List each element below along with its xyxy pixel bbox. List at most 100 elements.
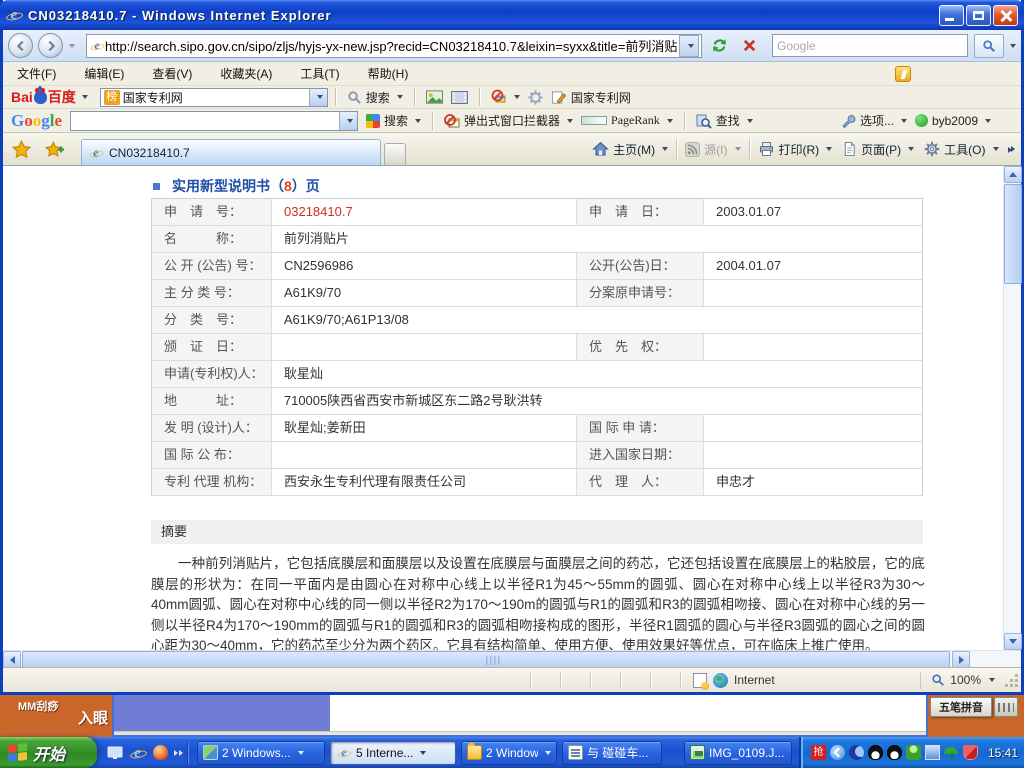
menu-edit[interactable]: 编辑(E) bbox=[70, 62, 138, 85]
resize-grip[interactable] bbox=[1003, 672, 1019, 688]
chevron-down-icon bbox=[420, 751, 426, 755]
search-input[interactable] bbox=[777, 39, 963, 53]
vertical-scroll-thumb[interactable] bbox=[1004, 184, 1022, 284]
start-button[interactable]: 开始 bbox=[0, 737, 97, 768]
google-pagerank-button[interactable]: PageRank bbox=[577, 111, 677, 130]
stop-button[interactable] bbox=[736, 33, 762, 58]
quicklaunch-desktop-icon[interactable] bbox=[105, 743, 124, 762]
title-bar[interactable]: e CN03218410.7 - Windows Internet Explor… bbox=[0, 0, 1024, 30]
google-search-input[interactable] bbox=[71, 113, 339, 129]
taskbar-button-group-windows[interactable]: 2 Windows... bbox=[197, 741, 325, 765]
taskbar-button-notepad[interactable]: 与 碰碰车... bbox=[562, 741, 662, 765]
baidu-image-button[interactable] bbox=[422, 88, 447, 106]
baidu-query-text[interactable]: 国家专利网 bbox=[123, 89, 309, 106]
security-zone[interactable]: Internet bbox=[693, 673, 775, 688]
row-value: 2003.01.07 bbox=[704, 199, 922, 225]
baidu-search-button[interactable]: 搜索 bbox=[343, 87, 407, 108]
google-history-dropdown[interactable] bbox=[339, 112, 357, 130]
quicklaunch-ie-icon[interactable]: e bbox=[128, 743, 147, 762]
add-favorite-button[interactable] bbox=[42, 137, 66, 161]
feeds-button[interactable]: 源(I) bbox=[680, 137, 745, 162]
taskbar-clock[interactable]: 15:41 bbox=[988, 746, 1018, 760]
baidu-logo-du: 百度 bbox=[48, 87, 76, 107]
recent-pages-dropdown[interactable] bbox=[65, 33, 76, 58]
maximize-button[interactable] bbox=[966, 5, 991, 26]
background-window[interactable] bbox=[112, 695, 928, 737]
home-button[interactable]: 主页(M) bbox=[587, 137, 673, 162]
address-input[interactable] bbox=[105, 36, 679, 56]
scroll-right-button[interactable] bbox=[952, 651, 970, 668]
scroll-left-button[interactable] bbox=[3, 651, 21, 668]
page-title[interactable]: 实用新型说明书（8）页 bbox=[153, 176, 320, 196]
google-find-button[interactable]: 查找 bbox=[692, 110, 757, 131]
desktop-strip: MM刮痧 入眼 五笔拼音 bbox=[0, 695, 1024, 737]
menu-file[interactable]: 文件(F) bbox=[3, 62, 70, 85]
tab-active[interactable]: e CN03218410.7 bbox=[81, 139, 381, 165]
close-button[interactable] bbox=[993, 5, 1018, 26]
horizontal-scroll-thumb[interactable] bbox=[22, 651, 950, 668]
taskbar-button-explorer-group[interactable]: 2 Windows... bbox=[461, 741, 557, 765]
horizontal-scrollbar[interactable] bbox=[3, 650, 1021, 667]
google-search-button[interactable]: 搜索 bbox=[362, 110, 425, 131]
search-options-dropdown[interactable] bbox=[1006, 33, 1017, 58]
menu-help[interactable]: 帮助(H) bbox=[354, 62, 423, 85]
chevron-down-icon bbox=[908, 147, 914, 151]
menu-view[interactable]: 查看(V) bbox=[138, 62, 206, 85]
ime-language-button[interactable]: 五笔拼音 bbox=[930, 697, 992, 717]
baidu-logo[interactable]: Bai百度 bbox=[11, 87, 76, 107]
minimize-button[interactable] bbox=[939, 5, 964, 26]
tray-browser-icon[interactable] bbox=[849, 745, 864, 760]
scroll-up-button[interactable] bbox=[1004, 166, 1022, 183]
baidu-settings-button[interactable] bbox=[524, 88, 547, 107]
vertical-scrollbar[interactable] bbox=[1003, 166, 1021, 650]
baidu-history-dropdown[interactable] bbox=[309, 89, 327, 106]
baidu-logo-dropdown[interactable] bbox=[82, 95, 88, 99]
toolbar-overflow-button[interactable] bbox=[1008, 147, 1016, 152]
ie-icon: e bbox=[338, 746, 351, 759]
quicklaunch-overflow-button[interactable] bbox=[174, 750, 183, 756]
baidu-video-button[interactable] bbox=[447, 89, 472, 106]
search-go-button[interactable] bbox=[974, 34, 1004, 58]
window-group-icon bbox=[203, 745, 218, 760]
search-box[interactable] bbox=[772, 34, 968, 57]
tray-qq-icon[interactable] bbox=[868, 745, 883, 760]
tray-messenger-icon[interactable] bbox=[906, 745, 921, 760]
google-search-field[interactable] bbox=[70, 111, 358, 131]
taskbar-button-ie-group[interactable]: e 5 Interne... bbox=[330, 741, 456, 765]
menu-favorites[interactable]: 收藏夹(A) bbox=[206, 62, 286, 85]
tray-network-icon[interactable] bbox=[925, 745, 940, 760]
baidu-search-field[interactable]: 榜 国家专利网 bbox=[100, 88, 328, 107]
thunder-plugin-icon[interactable] bbox=[895, 66, 911, 82]
address-dropdown[interactable] bbox=[679, 35, 699, 57]
quicklaunch-browser-icon[interactable] bbox=[151, 743, 170, 762]
google-popup-blocker-button[interactable]: 弹出式窗口拦截器 bbox=[440, 110, 577, 131]
zoom-control[interactable]: 100% bbox=[920, 672, 995, 689]
baidu-popup-blocker-button[interactable] bbox=[487, 87, 524, 107]
google-options-button[interactable]: 选项... bbox=[836, 110, 911, 131]
google-account-button[interactable]: byb2009 bbox=[911, 112, 995, 130]
scroll-down-button[interactable] bbox=[1004, 633, 1022, 650]
menu-tools[interactable]: 工具(T) bbox=[286, 62, 353, 85]
tray-umbrella-icon[interactable] bbox=[944, 745, 959, 760]
tray-collapse-icon[interactable] bbox=[830, 745, 845, 760]
desktop-text-fragment: 入眼 bbox=[78, 707, 108, 728]
tray-security-icon[interactable] bbox=[963, 745, 978, 760]
favorites-center-button[interactable] bbox=[9, 137, 33, 161]
tools-button[interactable]: 工具(O) bbox=[919, 137, 1003, 162]
baidu-highlight-button[interactable]: 国家专利网 bbox=[547, 87, 635, 108]
popup-blocker-icon bbox=[491, 89, 507, 105]
baidu-bang-icon[interactable]: 榜 bbox=[104, 90, 120, 105]
taskbar-button-image-viewer[interactable]: IMG_0109.J... bbox=[684, 741, 792, 765]
google-logo[interactable]: Google bbox=[11, 111, 62, 131]
page-button[interactable]: 页面(P) bbox=[837, 137, 919, 162]
chevron-down-icon bbox=[688, 44, 694, 48]
tray-qq-icon[interactable] bbox=[887, 745, 902, 760]
print-button[interactable]: 打印(R) bbox=[753, 137, 838, 162]
tray-app-icon[interactable]: 抢 bbox=[811, 745, 826, 760]
refresh-button[interactable] bbox=[706, 33, 732, 58]
ime-keyboard-icon[interactable] bbox=[994, 697, 1018, 717]
new-tab-button[interactable] bbox=[384, 143, 406, 165]
forward-button[interactable] bbox=[38, 33, 63, 58]
address-field[interactable]: e bbox=[86, 34, 702, 58]
back-button[interactable] bbox=[8, 33, 33, 58]
